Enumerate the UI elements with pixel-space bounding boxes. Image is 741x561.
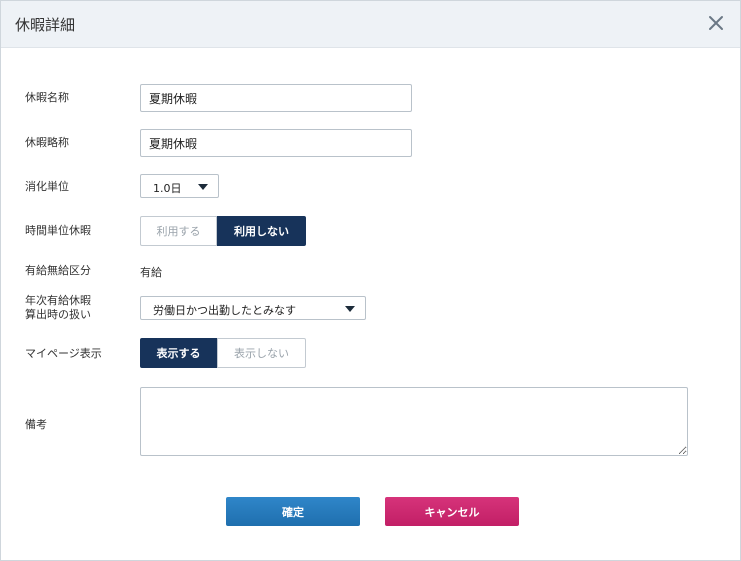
hourly-vacation-use-option[interactable]: 利用する <box>140 216 217 246</box>
paid-type-value: 有給 <box>140 266 162 279</box>
annual-leave-calc-label-line1: 年次有給休暇 <box>25 294 91 307</box>
vacation-short-name-input[interactable] <box>140 129 412 157</box>
vacation-detail-dialog: 休暇詳細 休暇名称 休暇略称 消化単位 1.0日 時間単位休暇 利用する 利用し… <box>0 0 741 561</box>
remarks-textarea[interactable] <box>140 387 688 456</box>
chevron-down-icon <box>345 306 355 312</box>
consumption-unit-select[interactable]: 1.0日 <box>140 174 219 198</box>
annual-leave-calc-select[interactable]: 労働日かつ出勤したとみなす <box>140 296 366 320</box>
confirm-button[interactable]: 確定 <box>226 497 360 526</box>
remarks-label: 備考 <box>25 418 47 431</box>
consumption-unit-label: 消化単位 <box>25 180 69 193</box>
dialog-header: 休暇詳細 <box>1 1 740 48</box>
hourly-vacation-toggle: 利用する 利用しない <box>140 216 306 246</box>
mypage-display-label: マイページ表示 <box>25 347 102 360</box>
mypage-display-show-option[interactable]: 表示する <box>140 338 217 368</box>
cancel-button[interactable]: キャンセル <box>385 497 519 526</box>
vacation-short-name-label: 休暇略称 <box>25 136 69 149</box>
chevron-down-icon <box>198 184 208 190</box>
close-button[interactable] <box>706 13 726 33</box>
mypage-display-toggle: 表示する 表示しない <box>140 338 306 368</box>
close-icon <box>709 16 723 30</box>
paid-type-label: 有給無給区分 <box>25 264 91 277</box>
dialog-title: 休暇詳細 <box>15 16 76 34</box>
annual-leave-calc-value: 労働日かつ出勤したとみなす <box>153 304 296 317</box>
vacation-name-label: 休暇名称 <box>25 91 69 104</box>
mypage-display-hide-option[interactable]: 表示しない <box>217 338 306 368</box>
annual-leave-calc-label: 年次有給休暇 算出時の扱い <box>25 294 91 322</box>
annual-leave-calc-label-line2: 算出時の扱い <box>25 308 91 321</box>
hourly-vacation-not-use-option[interactable]: 利用しない <box>217 216 306 246</box>
consumption-unit-value: 1.0日 <box>153 182 182 195</box>
vacation-name-input[interactable] <box>140 84 412 112</box>
hourly-vacation-label: 時間単位休暇 <box>25 224 91 237</box>
